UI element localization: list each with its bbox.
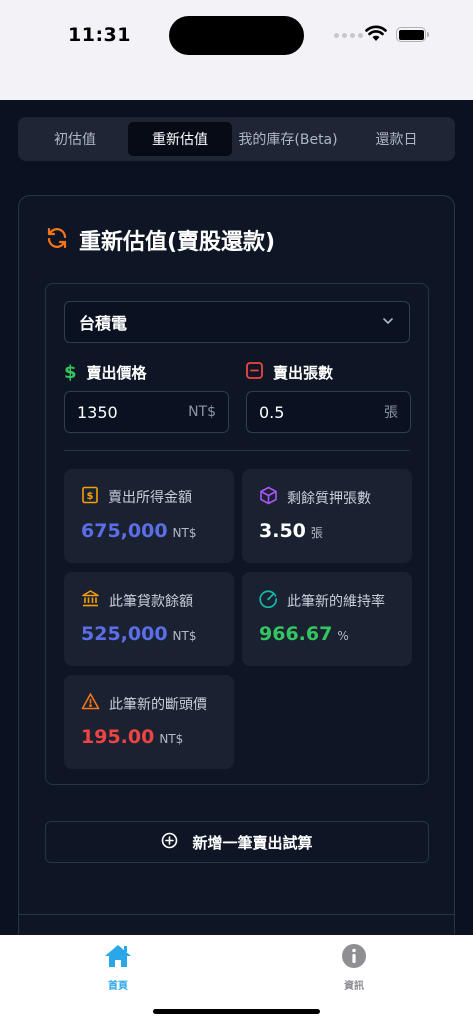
tab-my-inventory[interactable]: 我的庫存(Beta) <box>232 122 344 156</box>
add-sell-calculation-label: 新增一筆賣出試算 <box>192 833 313 852</box>
sell-price-value: 1350 <box>77 402 118 422</box>
stat-proceeds-value: 675,000 <box>81 520 168 542</box>
card-title: 重新估值(賣股還款) <box>79 230 276 255</box>
divider <box>64 450 410 451</box>
stat-maintenance-unit: % <box>337 629 349 643</box>
status-time: 11:31 <box>68 24 131 46</box>
stat-loan-unit: NT$ <box>172 629 197 643</box>
sell-price-unit: NT$ <box>188 404 216 420</box>
stat-remaining-label: 剩餘質押張數 <box>287 490 371 507</box>
nav-home-label: 首頁 <box>108 981 128 992</box>
stat-remaining-value: 3.50 <box>259 520 306 542</box>
stat-remaining-pledged: 剩餘質押張數 3.50 張 <box>242 469 412 563</box>
divider <box>19 914 454 915</box>
dollar-icon: $ <box>64 362 77 383</box>
add-sell-calculation-button[interactable]: 新增一筆賣出試算 <box>45 821 429 863</box>
home-icon <box>103 943 133 973</box>
refresh-icon <box>45 226 69 254</box>
dynamic-island <box>169 16 304 55</box>
tab-revaluation[interactable]: 重新估值 <box>128 122 232 156</box>
bottom-navigation: 首頁 資訊 <box>0 935 473 1024</box>
stat-proceeds-label: 賣出所得金額 <box>108 490 192 506</box>
wifi-icon <box>365 24 387 46</box>
stock-select-value: 台積電 <box>79 314 128 333</box>
card-header: 重新估值(賣股還款) <box>45 224 275 256</box>
receipt-icon: $ <box>81 486 99 508</box>
stat-liquidation-price: 此筆新的斷頭價 195.00 NT$ <box>64 675 234 769</box>
sell-price-input[interactable]: 1350 NT$ <box>64 391 229 433</box>
stat-maintenance-value: 966.67 <box>259 623 333 645</box>
home-indicator <box>153 1009 320 1014</box>
bank-icon <box>81 589 100 612</box>
stat-proceeds-unit: NT$ <box>172 526 197 540</box>
sell-qty-value: 0.5 <box>259 402 285 422</box>
tab-repayment-date[interactable]: 還款日 <box>344 122 449 156</box>
sell-qty-label: 賣出張數 <box>246 362 333 383</box>
plus-circle-icon <box>161 832 178 853</box>
minus-square-icon <box>246 362 263 383</box>
nav-home[interactable]: 首頁 <box>78 943 158 992</box>
tab-initial-valuation[interactable]: 初估值 <box>22 122 128 156</box>
gauge-icon <box>259 589 278 612</box>
revaluation-card: 重新估值(賣股還款) 台積電 $ 賣出價格 1350 NT$ 賣出張數 0.5 … <box>18 195 455 935</box>
sell-price-label: $ 賣出價格 <box>64 362 147 383</box>
stat-liquidation-unit: NT$ <box>159 732 184 746</box>
chevron-down-icon <box>381 313 395 332</box>
calculation-panel: 台積電 $ 賣出價格 1350 NT$ 賣出張數 0.5 張 $ 賣出所得金額 … <box>45 283 429 785</box>
sell-qty-unit: 張 <box>384 405 398 421</box>
sell-qty-input[interactable]: 0.5 張 <box>246 391 411 433</box>
stat-remaining-unit: 張 <box>310 526 323 540</box>
info-icon <box>341 943 367 973</box>
stat-liquidation-value: 195.00 <box>81 726 155 748</box>
battery-icon <box>396 27 429 42</box>
nav-info[interactable]: 資訊 <box>314 943 394 992</box>
warning-icon <box>81 692 100 715</box>
status-bar: 11:31 <box>0 0 473 100</box>
stock-select[interactable]: 台積電 <box>64 301 410 343</box>
cube-icon <box>259 486 278 509</box>
cellular-signal-icon <box>334 33 363 38</box>
stat-loan-label: 此筆貸款餘額 <box>109 593 193 610</box>
stat-maintenance-ratio: 此筆新的維持率 966.67 % <box>242 572 412 666</box>
tab-bar: 初估值 重新估值 我的庫存(Beta) 還款日 <box>18 117 455 161</box>
stat-loan-value: 525,000 <box>81 623 168 645</box>
nav-info-label: 資訊 <box>344 981 364 992</box>
stat-maintenance-label: 此筆新的維持率 <box>287 593 385 610</box>
stat-proceeds: $ 賣出所得金額 675,000 NT$ <box>64 469 234 563</box>
svg-text:$: $ <box>87 491 94 502</box>
stat-loan-balance: 此筆貸款餘額 525,000 NT$ <box>64 572 234 666</box>
stat-liquidation-label: 此筆新的斷頭價 <box>109 696 207 713</box>
